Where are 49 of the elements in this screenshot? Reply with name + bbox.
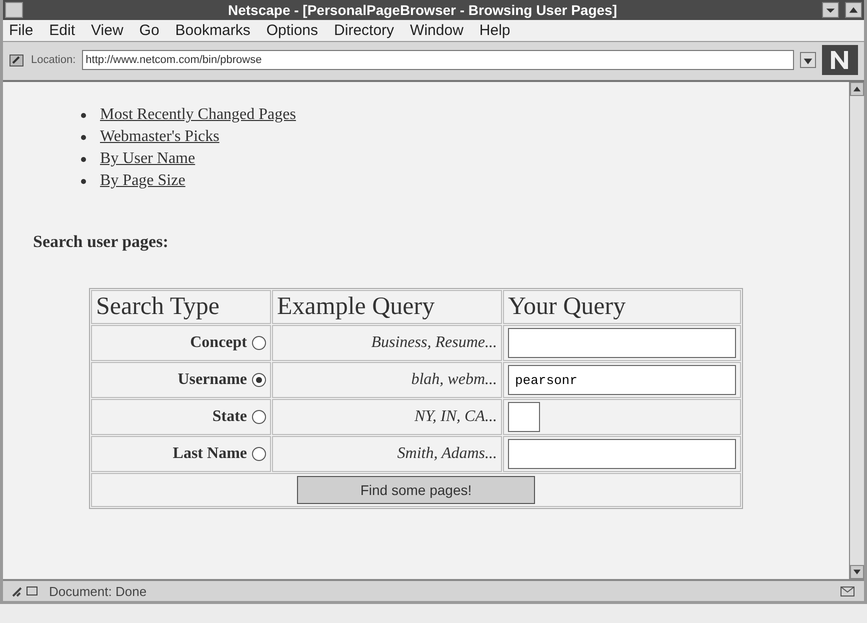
query-field[interactable]: [508, 328, 736, 358]
bullet-icon: [81, 112, 86, 118]
search-type-label: Last Name: [172, 445, 247, 463]
menu-item[interactable]: Edit: [49, 22, 76, 39]
bullet-icon: [81, 178, 86, 184]
scroll-down-icon[interactable]: [850, 565, 864, 579]
location-field[interactable]: http://www.netcom.com/bin/pbrowse: [82, 50, 794, 70]
menu-item[interactable]: Window: [410, 22, 464, 39]
column-header: Search Type: [91, 290, 271, 324]
radio-button[interactable]: [252, 410, 266, 424]
dropdown-icon[interactable]: [800, 52, 816, 68]
menu-item[interactable]: Bookmarks: [175, 22, 250, 39]
menu-item[interactable]: Directory: [334, 22, 394, 39]
example-query: NY, IN, CA...: [272, 399, 502, 435]
menu-item[interactable]: Options: [266, 22, 318, 39]
column-header: Your Query: [503, 290, 741, 324]
location-label: Location:: [31, 54, 76, 66]
menu-item[interactable]: Help: [479, 22, 510, 39]
radio-button[interactable]: [252, 373, 266, 387]
query-field[interactable]: [508, 439, 736, 469]
menu-item[interactable]: View: [91, 22, 124, 39]
page-link[interactable]: Webmaster's Picks: [100, 126, 220, 148]
find-pages-button[interactable]: Find some pages!: [297, 476, 535, 504]
column-header: Example Query: [272, 290, 502, 324]
example-query: blah, webm...: [272, 362, 502, 398]
menu-item[interactable]: File: [9, 22, 34, 39]
search-heading: Search user pages:: [33, 232, 170, 252]
search-type-label: State: [212, 408, 247, 426]
radio-button[interactable]: [252, 447, 266, 461]
mail-icon[interactable]: [840, 585, 856, 597]
radio-button[interactable]: [252, 336, 266, 350]
page-link[interactable]: By Page Size: [100, 170, 186, 192]
window-title: Netscape - [PersonalPageBrowser - Browsing User Pages]: [226, 2, 618, 18]
search-type-label: Concept: [190, 334, 247, 352]
minimize-icon[interactable]: [822, 2, 839, 18]
bullet-icon: [81, 156, 86, 162]
page-link[interactable]: Most Recently Changed Pages: [100, 104, 296, 126]
maximize-icon[interactable]: [845, 2, 862, 18]
scroll-up-icon[interactable]: [850, 82, 864, 96]
page-link[interactable]: By User Name: [100, 148, 196, 170]
vertical-scrollbar[interactable]: [849, 82, 864, 579]
status-text: Document: Done: [49, 584, 148, 598]
query-field[interactable]: [508, 402, 540, 432]
example-query: Smith, Adams...: [272, 436, 502, 472]
search-type-label: Username: [178, 371, 247, 389]
bullet-icon: [81, 134, 86, 140]
query-field[interactable]: pearsonr: [508, 365, 736, 395]
menu-item[interactable]: Go: [139, 22, 160, 39]
example-query: Business, Resume...: [272, 325, 502, 361]
